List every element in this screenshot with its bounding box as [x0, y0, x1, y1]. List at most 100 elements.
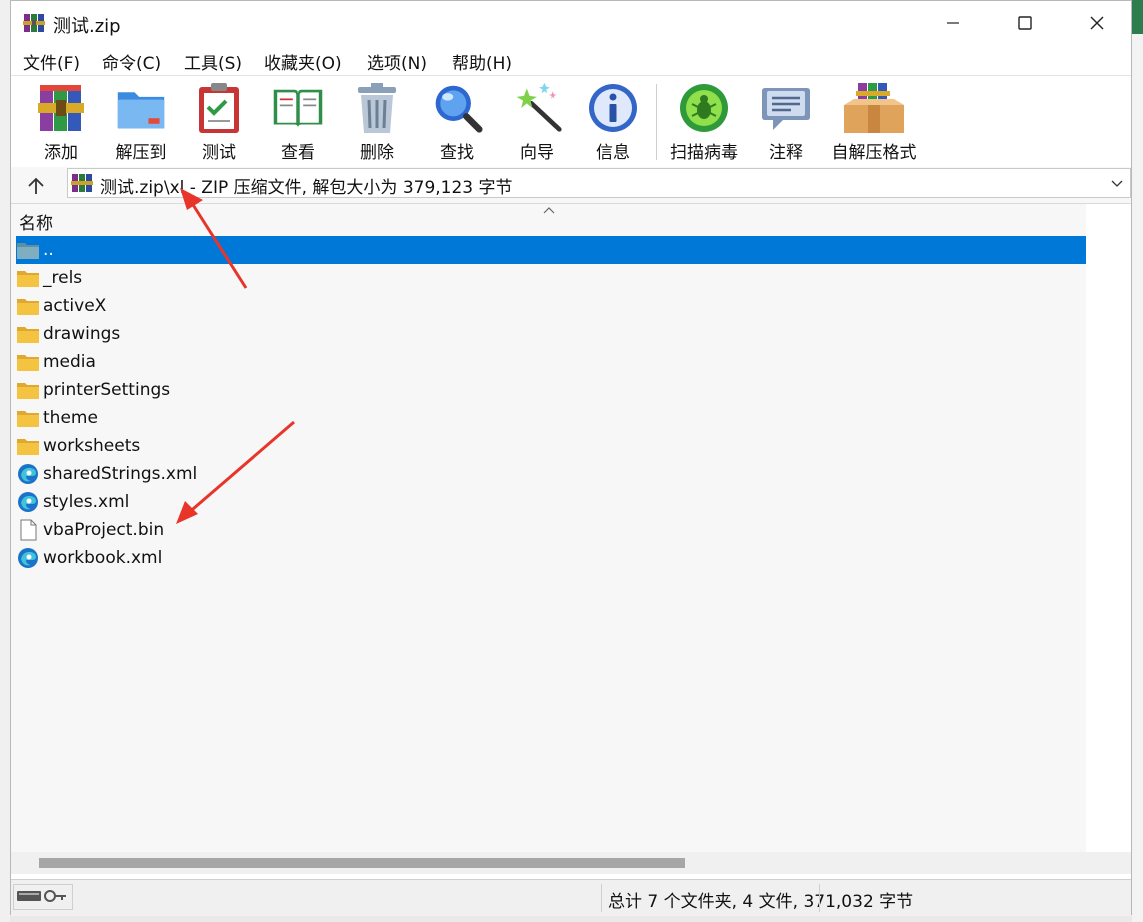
- toolbar-test-button[interactable]: 测试: [197, 80, 241, 163]
- toolbar-test-label: 测试: [202, 143, 236, 163]
- toolbar: 添加 解压到 测试 查看 删除 查找 向导 信息 扫描病毒 注释 自解压格式: [11, 75, 1131, 168]
- path-detail: - ZIP 压缩文件, 解包大小为 379,123 字节: [184, 178, 513, 198]
- list-item[interactable]: drawings: [16, 320, 1130, 348]
- arrow-up-icon: [28, 177, 44, 194]
- magnifier-icon: [435, 85, 483, 133]
- toolbar-add-label: 添加: [44, 143, 78, 163]
- add-archive-icon: [38, 85, 84, 131]
- list-item-icon: [16, 407, 40, 429]
- list-item[interactable]: vbaProject.bin: [16, 516, 1130, 544]
- winrar-app-icon: [23, 14, 45, 32]
- status-divider-2: [819, 884, 820, 912]
- list-item-label: drawings: [43, 324, 121, 344]
- comment-icon: [762, 88, 810, 130]
- toolbar-virus-scan-button[interactable]: 扫描病毒: [666, 80, 742, 163]
- list-item[interactable]: printerSettings: [16, 376, 1130, 404]
- toolbar-wizard-button[interactable]: 向导: [509, 80, 565, 163]
- background-right-strip: [1132, 0, 1143, 922]
- horizontal-scrollbar-thumb[interactable]: [39, 858, 685, 868]
- menu-file[interactable]: 文件(F): [23, 49, 80, 74]
- maximize-icon: [1018, 16, 1032, 30]
- edge-xml-icon: [18, 548, 38, 568]
- list-item-label: theme: [43, 408, 98, 428]
- toolbar-info-label: 信息: [596, 143, 630, 163]
- list-item-label: vbaProject.bin: [43, 520, 165, 540]
- list-item[interactable]: workbook.xml: [16, 544, 1130, 572]
- folder-icon: [17, 411, 39, 427]
- toolbar-delete-button[interactable]: 删除: [355, 80, 399, 163]
- toolbar-add-button[interactable]: 添加: [35, 80, 87, 163]
- toolbar-delete-label: 删除: [360, 143, 394, 163]
- list-item[interactable]: _rels: [16, 264, 1130, 292]
- file-icon: [20, 519, 37, 541]
- status-icons[interactable]: [13, 884, 73, 910]
- horizontal-scrollbar[interactable]: [11, 852, 1131, 874]
- list-item-label: sharedStrings.xml: [43, 464, 198, 484]
- toolbar-info-button[interactable]: 信息: [587, 80, 639, 163]
- toolbar-extract-label: 解压到: [115, 143, 167, 163]
- toolbar-comment-label: 注释: [769, 143, 803, 163]
- status-summary: 总计 7 个文件夹, 4 文件, 371,032 字节: [608, 892, 914, 912]
- list-item-label: styles.xml: [43, 492, 130, 512]
- sfx-box-icon: [844, 83, 904, 133]
- list-item-label: _rels: [43, 268, 83, 288]
- list-item[interactable]: worksheets: [16, 432, 1130, 460]
- menu-help[interactable]: 帮助(H): [452, 49, 512, 74]
- toolbar-separator: [656, 84, 657, 160]
- path-value: 测试.zip\xl: [100, 178, 185, 198]
- list-item-icon: [16, 295, 40, 317]
- list-item-icon: [16, 239, 40, 261]
- toolbar-comment-button[interactable]: 注释: [761, 80, 811, 163]
- list-item[interactable]: ..: [16, 236, 1130, 264]
- list-item-icon: [16, 351, 40, 373]
- trash-icon: [358, 83, 396, 133]
- toolbar-sfx-button[interactable]: 自解压格式: [829, 80, 919, 163]
- folder-icon: [17, 327, 39, 343]
- status-divider: [601, 884, 602, 912]
- column-header-name[interactable]: 名称: [19, 209, 53, 234]
- list-item-icon: [16, 435, 40, 457]
- list-header: 名称: [11, 204, 1086, 235]
- list-item[interactable]: activeX: [16, 292, 1130, 320]
- extract-folder-icon: [117, 92, 165, 129]
- status-bar: 总计 7 个文件夹, 4 文件, 371,032 字节: [11, 879, 1131, 916]
- toolbar-view-button[interactable]: 查看: [267, 80, 329, 163]
- path-combobox[interactable]: 测试.zip\xl - ZIP 压缩文件, 解包大小为 379,123 字节: [67, 168, 1131, 198]
- winrar-archive-icon: [71, 174, 93, 192]
- up-folder-button[interactable]: [23, 173, 49, 199]
- list-item[interactable]: sharedStrings.xml: [16, 460, 1130, 488]
- menu-options[interactable]: 选项(N): [367, 49, 427, 74]
- virus-scan-icon: [680, 84, 728, 132]
- toolbar-extract-button[interactable]: 解压到: [111, 80, 171, 163]
- test-clipboard-icon: [199, 83, 239, 133]
- menu-favorites[interactable]: 收藏夹(O): [264, 49, 342, 74]
- minimize-button[interactable]: [917, 1, 989, 45]
- title-bar: 测试.zip: [11, 1, 1131, 45]
- folder-icon: [17, 383, 39, 399]
- toolbar-find-button[interactable]: 查找: [429, 80, 485, 163]
- list-item-label: media: [43, 352, 96, 372]
- address-bar: 测试.zip\xl - ZIP 压缩文件, 解包大小为 379,123 字节: [11, 167, 1131, 203]
- list-item[interactable]: theme: [16, 404, 1130, 432]
- list-item-icon: [16, 323, 40, 345]
- folder-icon: [17, 355, 39, 371]
- edge-xml-icon: [18, 464, 38, 484]
- menu-commands[interactable]: 命令(C): [102, 49, 161, 74]
- list-item-label: workbook.xml: [43, 548, 163, 568]
- minimize-icon: [947, 22, 959, 24]
- menu-tools[interactable]: 工具(S): [184, 49, 242, 74]
- close-icon: [1090, 16, 1104, 30]
- maximize-button[interactable]: [989, 1, 1061, 45]
- window-title: 测试.zip: [53, 16, 121, 37]
- wizard-wand-icon: [516, 82, 562, 132]
- list-item[interactable]: styles.xml: [16, 488, 1130, 516]
- list-item-icon: [16, 519, 40, 541]
- toolbar-virus-scan-label: 扫描病毒: [670, 143, 738, 163]
- list-item[interactable]: media: [16, 348, 1130, 376]
- chevron-down-icon[interactable]: [1110, 176, 1124, 190]
- close-button[interactable]: [1061, 1, 1133, 45]
- sort-ascending-icon: [543, 207, 555, 214]
- list-item-icon: [16, 547, 40, 569]
- list-item-icon: [16, 267, 40, 289]
- view-book-icon: [273, 89, 323, 128]
